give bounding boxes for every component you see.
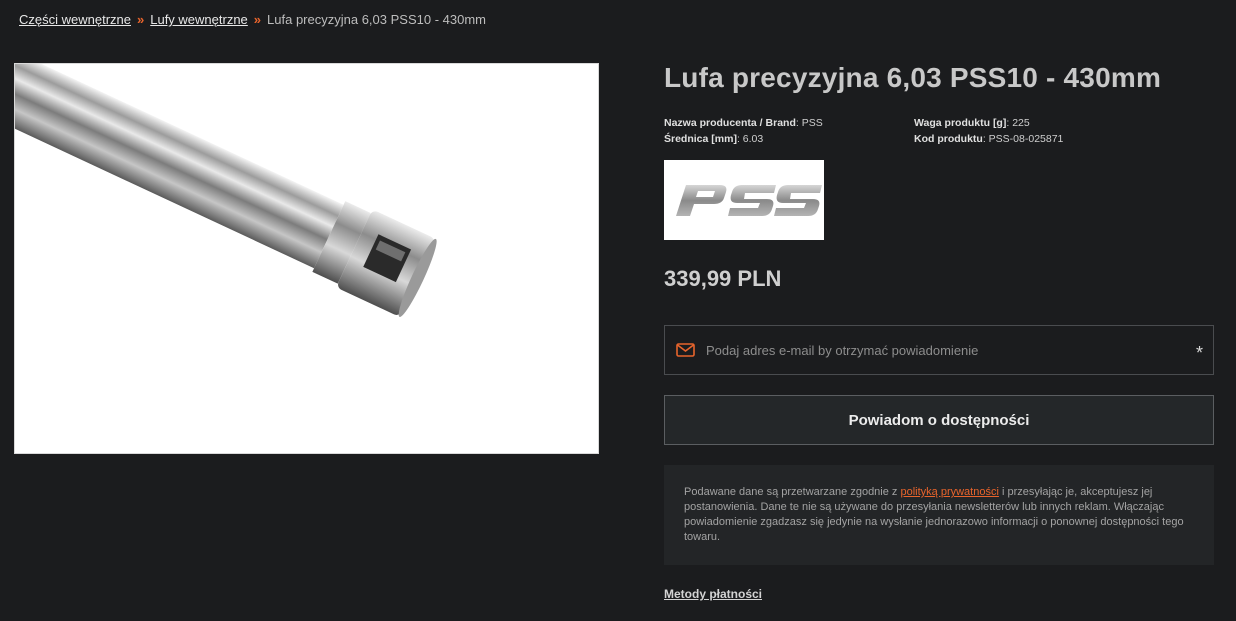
attribute-diameter: Średnica [mm]: 6.03 [664,133,764,145]
breadcrumb-current: Lufa precyzyjna 6,03 PSS10 - 430mm [267,12,486,27]
product-title: Lufa precyzyjna 6,03 PSS10 - 430mm [664,62,1162,93]
breadcrumb: Części wewnętrzne » Lufy wewnętrzne » Lu… [19,12,486,27]
barrel-photo [15,64,437,317]
payment-methods-link[interactable]: Metody płatności [664,587,762,601]
pss-logo [676,185,822,216]
privacy-notice: Podawane dane są przetwarzane zgodnie z … [664,465,1214,565]
email-input[interactable] [706,342,1176,358]
product-attributes-right: Waga produktu [g]: 225 Kod produktu: PSS… [914,115,1063,147]
attribute-weight: Waga produktu [g]: 225 [914,117,1030,129]
email-field[interactable]: * [664,325,1214,375]
double-chevron-right-icon: » [137,12,144,27]
envelope-icon [676,343,695,357]
required-asterisk: * [1195,343,1203,363]
product-price: 339,99 PLN [664,266,782,291]
product-image[interactable] [14,63,599,454]
double-chevron-right-icon: » [253,12,261,27]
attribute-code: Kod produktu: PSS-08-025871 [914,133,1064,145]
brand-logo[interactable] [664,160,824,240]
breadcrumb-link-lufy-wewnetrzne[interactable]: Lufy wewnętrzne [150,12,248,27]
product-attributes-left: Nazwa producenta / Brand: PSS Średnica [… [664,115,823,147]
privacy-policy-link[interactable]: polityką prywatności [900,486,998,498]
breadcrumb-link-czesci-wewnetrzne[interactable]: Części wewnętrzne [19,12,131,27]
notify-availability-button[interactable]: Powiadom o dostępności [664,395,1214,445]
attribute-brand: Nazwa producenta / Brand: PSS [664,117,823,129]
